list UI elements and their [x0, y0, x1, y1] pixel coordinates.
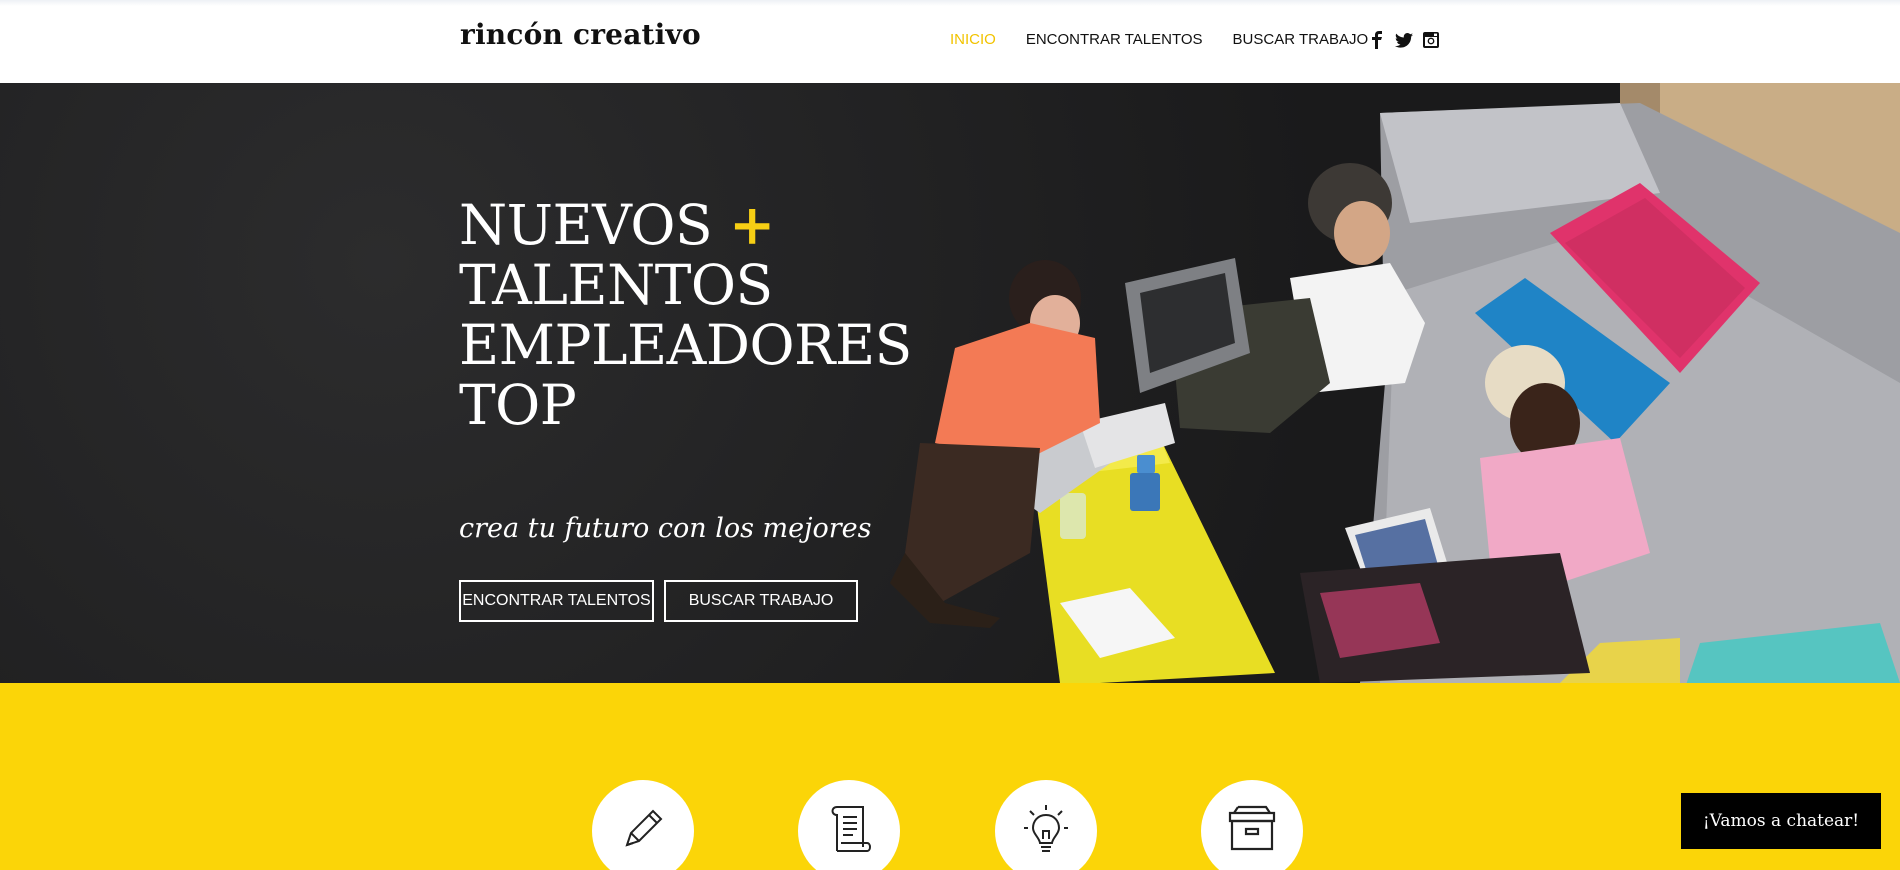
nav-home[interactable]: INICIO: [950, 31, 996, 48]
site-logo[interactable]: rincón creativo: [460, 18, 701, 51]
pencil-icon: [617, 803, 669, 860]
site-header: rincón creativo INICIO ENCONTRAR TALENTO…: [0, 0, 1900, 82]
lightbulb-icon: [1020, 801, 1072, 862]
social-links: [1368, 31, 1440, 49]
find-work-button[interactable]: BUSCAR TRABAJO: [664, 580, 858, 622]
plus-icon: +: [729, 192, 775, 257]
archive-box-icon: [1224, 803, 1280, 860]
hero-banner: NUEVOS + TALENTOS EMPLEADORES TOP crea t…: [0, 83, 1900, 683]
hero-title-line3: EMPLEADORES: [459, 313, 912, 377]
hero-photo: [890, 83, 1900, 683]
nav-find-talent[interactable]: ENCONTRAR TALENTOS: [1026, 31, 1203, 48]
hero-title-line2: TALENTOS: [459, 253, 773, 317]
main-nav: INICIO ENCONTRAR TALENTOS BUSCAR TRABAJO: [950, 31, 1398, 48]
hero-title-line1: NUEVOS: [459, 193, 713, 257]
find-talent-button[interactable]: ENCONTRAR TALENTOS: [459, 580, 654, 622]
instagram-icon[interactable]: [1422, 31, 1440, 49]
chat-button[interactable]: ¡Vamos a chatear!: [1681, 793, 1881, 849]
twitter-icon[interactable]: [1395, 31, 1413, 49]
hero-title-line4: TOP: [459, 373, 577, 437]
nav-find-work[interactable]: BUSCAR TRABAJO: [1233, 31, 1369, 48]
hero-tagline: crea tu futuro con los mejores: [459, 513, 872, 544]
features-section: [0, 683, 1900, 870]
hero-title: NUEVOS + TALENTOS EMPLEADORES TOP: [459, 192, 912, 437]
scroll-icon: [823, 801, 875, 862]
facebook-icon[interactable]: [1368, 31, 1386, 49]
